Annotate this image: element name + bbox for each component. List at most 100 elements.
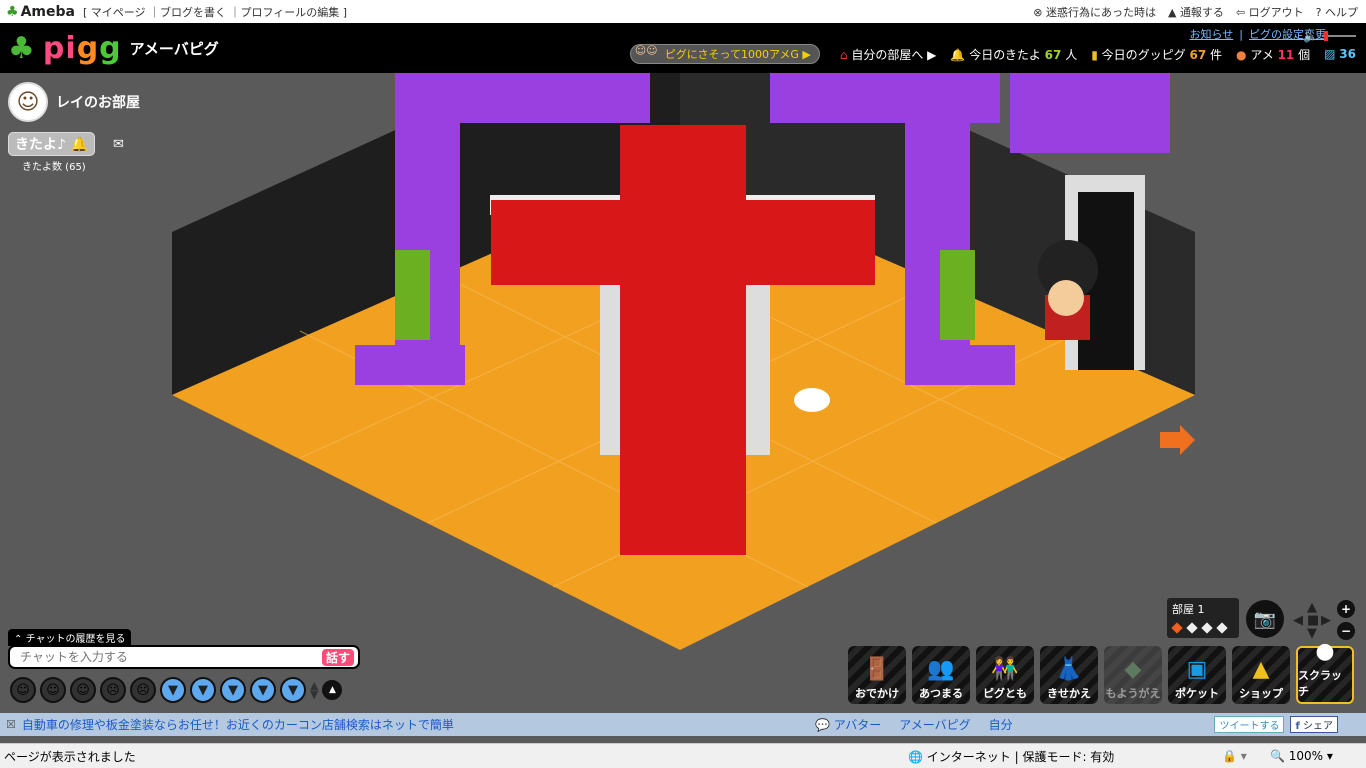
amebapigg-link[interactable]: アメーバピグ <box>899 716 970 733</box>
emote-happy-icon[interactable]: ☺ <box>70 677 96 703</box>
ame-number: 11 <box>1277 47 1295 62</box>
emote-wave-icon[interactable]: ☺ <box>10 677 36 703</box>
outfit-slot-icon[interactable]: ▼ <box>190 677 216 703</box>
zoom-out-icon[interactable]: − <box>1337 622 1355 640</box>
player-avatar <box>1038 240 1098 340</box>
main-menu: 🚪 おでかけ 👥 あつまる 👫 ピグとも 👗 きせかえ ◆ もようがえ ▣ ポケット ▲ ショ… <box>848 639 1354 704</box>
guppy-label: 今日のグッピグ <box>1101 47 1186 62</box>
pigg-mascot-icon: ♣ <box>8 31 35 66</box>
zone-label: インターネット | 保護モード: 有効 <box>926 749 1115 764</box>
kitayo-button-label: きたよ♪ <box>15 137 66 153</box>
menu-label: あつまる <box>919 687 963 700</box>
expand-up-icon[interactable]: ▲ <box>322 680 343 700</box>
report-label: 通報する <box>1179 5 1224 19</box>
room-number: 1 <box>1197 603 1205 616</box>
room-label: 部屋 <box>1172 603 1194 616</box>
friends-icon: 👫 <box>991 657 1019 682</box>
status-message: ページが表示されました <box>4 749 136 764</box>
menu-atsumaru[interactable]: 👥 あつまる <box>912 646 970 704</box>
scroll-arrows-icon[interactable]: ▲ ▼ <box>310 680 318 700</box>
guppy-today: ▮ 今日のグッピグ 67 件 <box>1091 46 1222 63</box>
door-icon: 🚪 <box>863 657 891 682</box>
talk-button[interactable]: 話す <box>321 648 354 666</box>
emote-cry-icon[interactable]: ☹ <box>100 677 126 703</box>
kitayo-button[interactable]: きたよ♪ 🔔 <box>8 132 96 156</box>
outfit-slot-icon[interactable]: ▼ <box>220 677 246 703</box>
exit-arrow <box>1160 425 1195 455</box>
kitayo-today-label: 今日のきたよ <box>969 47 1041 62</box>
ameba-logo[interactable]: ♣ Ameba <box>6 4 75 20</box>
ad-link[interactable]: 自動車の修理や板金塗装ならお任せ！お近くのカーコン店舗検索はネットで簡単 <box>22 716 454 733</box>
zoom-level: 100% <box>1288 749 1324 763</box>
menu-label: ポケット <box>1175 687 1219 700</box>
notice-link[interactable]: お知らせ <box>1190 26 1234 42</box>
clothes-icon: 👗 <box>1055 657 1083 682</box>
menu-pocket[interactable]: ▣ ポケット <box>1168 646 1226 704</box>
emote-angry-icon[interactable]: ☹ <box>130 677 156 703</box>
room-scene[interactable] <box>0 73 1366 713</box>
kitayo-today-count: 67 <box>1044 47 1062 62</box>
outfit-slot-icon[interactable]: ▼ <box>160 677 186 703</box>
chat-history-label: チャットの履歴を見る <box>25 634 126 645</box>
menu-label: もようがえ <box>1105 687 1161 700</box>
menu-piggtomo[interactable]: 👫 ピグとも <box>976 646 1034 704</box>
my-room-button[interactable]: ⌂ 自分の部屋へ ▶ <box>840 46 937 63</box>
self-link[interactable]: 自分 <box>989 716 1013 733</box>
zoom-level-button[interactable]: 🔍 100% ▾ <box>1270 749 1333 763</box>
menu-label: ピグとも <box>983 687 1027 700</box>
volume-slider[interactable]: 🔈 <box>1303 29 1356 43</box>
room-layout-icon: ◆ <box>1124 657 1142 682</box>
ameba-header: ♣ Ameba [ マイページ ｜ブログを書く ｜プロフィールの編集 ] ⊗ 迷惑… <box>0 0 1366 23</box>
mail-icon[interactable]: ✉ <box>113 137 124 152</box>
room-dot[interactable] <box>1216 622 1228 634</box>
report-link[interactable]: ▲ 通報する <box>1168 4 1224 20</box>
outfit-slot-icon[interactable]: ▼ <box>280 677 306 703</box>
invite-campaign-button[interactable]: ピグにさそって1000アメG ▶ <box>629 44 820 64</box>
facebook-share-button[interactable]: f シェア <box>1290 716 1338 733</box>
ameba-logo-text: Ameba <box>20 3 75 20</box>
report-help-link[interactable]: ⊗ 迷惑行為にあった時は <box>1033 4 1156 20</box>
ameba-links[interactable]: [ マイページ ｜ブログを書く ｜プロフィールの編集 ] <box>83 4 347 20</box>
room-dot[interactable] <box>1201 622 1213 634</box>
zoom-in-icon[interactable]: + <box>1337 600 1355 618</box>
chat-input[interactable] <box>20 650 322 664</box>
chat-box: 話す <box>8 645 360 669</box>
menu-odekake[interactable]: 🚪 おでかけ <box>848 646 906 704</box>
coin-number: 36 <box>1339 47 1356 61</box>
close-ad-icon[interactable]: ☒ <box>6 718 16 731</box>
my-room-label: 自分の部屋へ <box>851 47 924 62</box>
avatar-link-label: アバター <box>833 718 882 732</box>
menu-scratch[interactable]: ● スクラッチ <box>1296 639 1354 704</box>
help-link[interactable]: ? ヘルプ <box>1316 4 1358 20</box>
security-lock-icon[interactable]: 🔒 ▾ <box>1222 749 1247 763</box>
emote-cheer-icon[interactable]: ☺ <box>40 677 66 703</box>
room-dot[interactable] <box>1171 622 1183 634</box>
outfit-slot-icon[interactable]: ▼ <box>250 677 276 703</box>
kitayo-today: 🔔 今日のきたよ 67 人 <box>950 46 1077 63</box>
pigg-logo[interactable]: ♣ pigg アメーバピグ <box>8 31 219 66</box>
campaign-label: ピグにさそって1000アメG <box>664 48 799 61</box>
candy-icon: ● <box>1236 47 1247 62</box>
kitayo-unit: 人 <box>1065 47 1078 62</box>
menu-kisekae[interactable]: 👗 きせかえ <box>1040 646 1098 704</box>
chat-history-button[interactable]: ⌃ チャットの履歴を見る <box>8 629 132 646</box>
menu-moyougae[interactable]: ◆ もようがえ <box>1104 646 1162 704</box>
clover-icon: ♣ <box>6 3 19 20</box>
room-owner: ☺ レイのお部屋 <box>8 82 140 122</box>
guppy-count: 67 <box>1189 47 1207 62</box>
bell-icon: 🔔 <box>70 137 89 153</box>
tweet-button[interactable]: ツイートする <box>1214 716 1285 733</box>
tweet-label: ツイートする <box>1219 721 1280 732</box>
logout-label: ログアウト <box>1248 5 1304 19</box>
logout-link[interactable]: ⇦ ログアウト <box>1236 4 1304 20</box>
room-dot[interactable] <box>1186 622 1198 634</box>
camera-icon[interactable]: 📷 <box>1246 600 1284 638</box>
room-selector[interactable]: 部屋 1 <box>1167 598 1239 638</box>
emote-bar: ☺ ☺ ☺ ☹ ☹ ▼ ▼ ▼ ▼ ▼ ▲ ▼ ▲ <box>10 677 343 703</box>
menu-shop[interactable]: ▲ ショップ <box>1232 646 1290 704</box>
kitayo-total: きたよ数 (65) <box>22 162 86 173</box>
avatar-link[interactable]: 💬 アバター <box>815 716 881 733</box>
camera-pan-dpad[interactable]: ▲ ▼ ◀ ▶ ■ <box>1293 600 1333 641</box>
owner-avatar[interactable]: ☺ <box>8 82 48 122</box>
help-label: ヘルプ <box>1325 5 1358 19</box>
